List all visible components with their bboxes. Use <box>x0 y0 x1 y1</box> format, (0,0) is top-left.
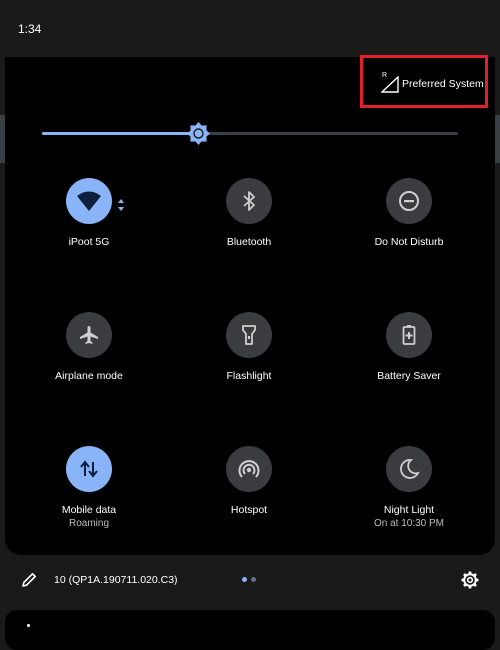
do-not-disturb-icon[interactable] <box>386 178 432 224</box>
tile-sublabel: On at 10:30 PM <box>373 518 445 529</box>
wifi-icon[interactable] <box>66 178 112 224</box>
notification-dot <box>27 624 30 627</box>
tile-label: Night Light <box>383 504 435 516</box>
wifi-arrows-icon <box>118 199 124 211</box>
tile-mobile-data[interactable]: Mobile data Roaming <box>19 446 159 529</box>
tile-night-light[interactable]: Night Light On at 10:30 PM <box>339 446 479 529</box>
side-strip-right <box>495 115 500 163</box>
tile-do-not-disturb[interactable]: Do Not Disturb <box>339 178 479 258</box>
tile-label: Flashlight <box>226 370 272 382</box>
gear-icon[interactable] <box>461 571 479 589</box>
night-light-icon[interactable] <box>386 446 432 492</box>
tile-bluetooth[interactable]: Bluetooth <box>179 178 319 258</box>
tile-label: Battery Saver <box>377 370 441 382</box>
cell-signal-icon <box>381 76 399 93</box>
tile-sublabel: Roaming <box>68 518 110 529</box>
pencil-icon[interactable] <box>20 571 38 589</box>
tile-hotspot[interactable]: Hotspot <box>179 446 319 526</box>
tile-label: Hotspot <box>230 504 268 516</box>
mobile-data-icon[interactable] <box>66 446 112 492</box>
tile-flashlight[interactable]: Flashlight <box>179 312 319 392</box>
bluetooth-icon[interactable] <box>226 178 272 224</box>
notification-card[interactable] <box>5 610 495 650</box>
brightness-icon[interactable] <box>186 121 211 146</box>
airplane-icon[interactable] <box>66 312 112 358</box>
tile-wifi[interactable]: iPoot 5G <box>19 178 159 258</box>
tile-battery-saver[interactable]: Battery Saver <box>339 312 479 392</box>
page-dot <box>251 577 256 582</box>
brightness-slider-fill <box>42 132 201 135</box>
flashlight-icon[interactable] <box>226 312 272 358</box>
tile-label: Airplane mode <box>55 370 123 382</box>
page-dot-active <box>242 577 247 582</box>
network-operator-label[interactable]: Preferred System <box>402 78 484 90</box>
build-number[interactable]: 10 (QP1A.190711.020.C3) <box>54 574 178 586</box>
tile-label: Do Not Disturb <box>374 236 444 248</box>
hotspot-icon[interactable] <box>226 446 272 492</box>
battery-saver-icon[interactable] <box>386 312 432 358</box>
tile-airplane-mode[interactable]: Airplane mode <box>19 312 159 392</box>
tile-label: iPoot 5G <box>68 236 110 248</box>
status-time: 1:34 <box>18 22 42 36</box>
tile-label: Mobile data <box>61 504 117 516</box>
tile-label: Bluetooth <box>226 236 272 248</box>
brightness-slider[interactable] <box>42 132 458 135</box>
